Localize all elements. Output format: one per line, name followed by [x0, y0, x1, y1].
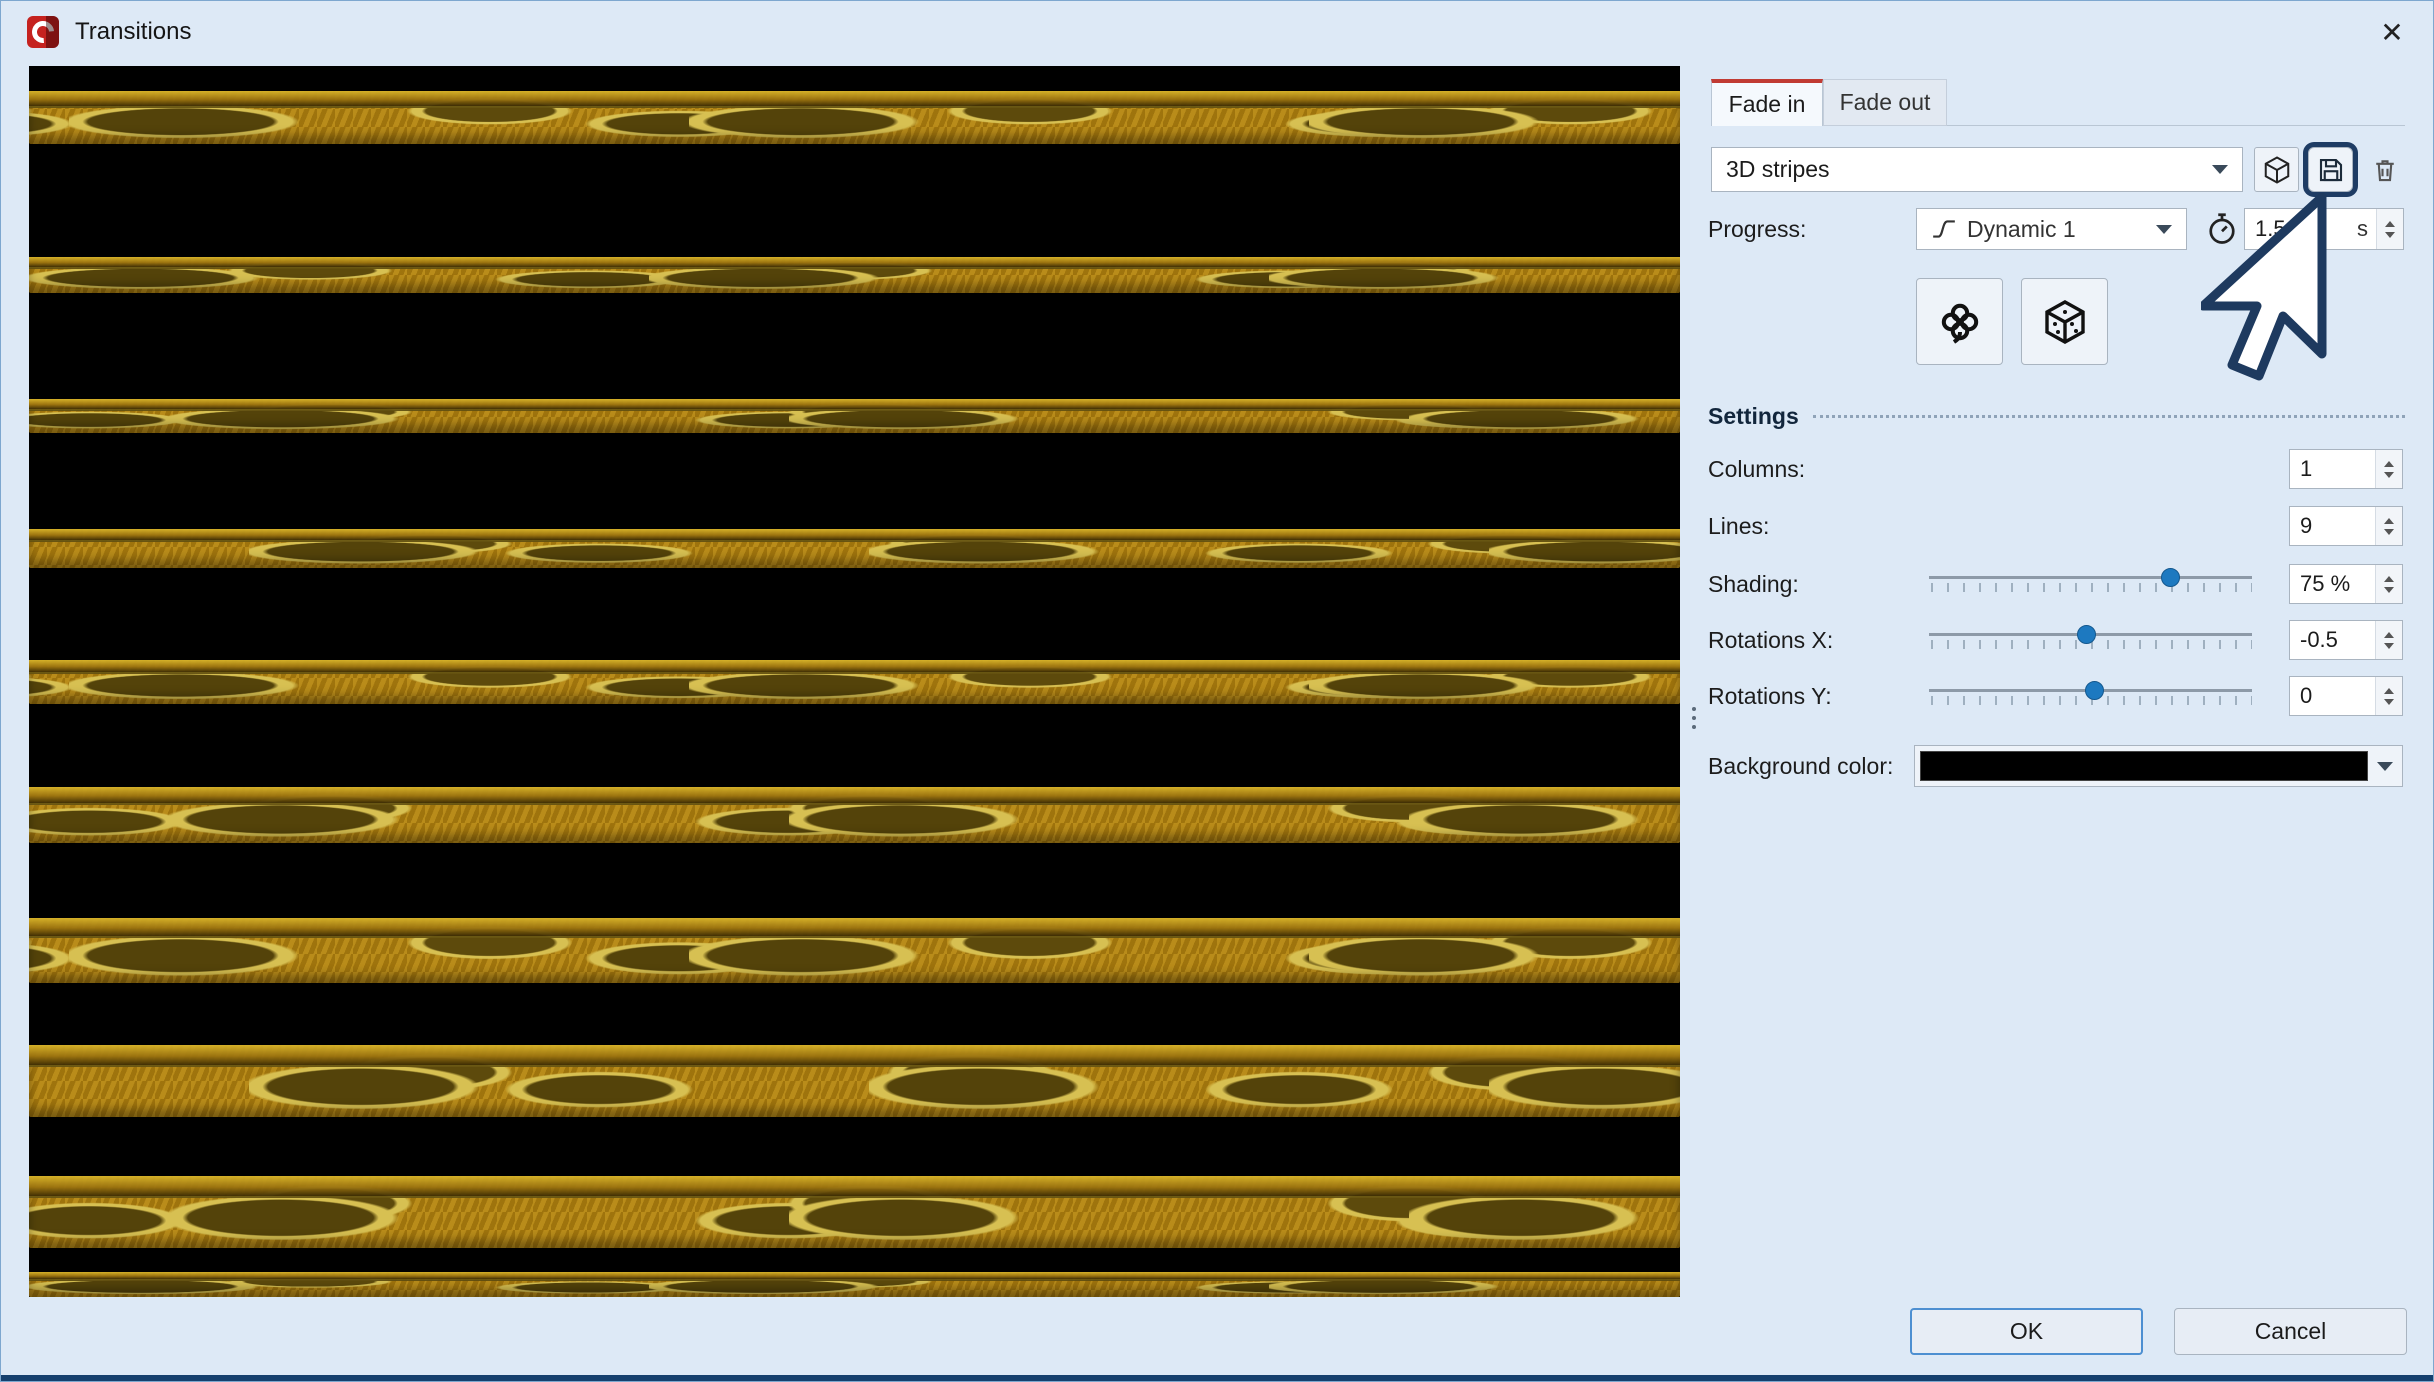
dice-button[interactable] [2021, 278, 2108, 365]
progress-label: Progress: [1708, 208, 1806, 250]
preset-select[interactable]: 3D stripes [1711, 147, 2243, 192]
rotations-x-value: -0.5 [2300, 627, 2338, 653]
transition-preview [29, 66, 1680, 1297]
settings-section-header: Settings [1708, 402, 2405, 430]
clover-icon [1936, 298, 1984, 346]
easing-select[interactable]: Dynamic 1 [1916, 208, 2187, 250]
preview-stripe [29, 918, 1680, 983]
shading-slider[interactable] [1929, 566, 2252, 592]
window-title: Transitions [75, 18, 191, 46]
chevron-down-icon [2377, 762, 2393, 771]
columns-spinner[interactable] [2375, 450, 2402, 488]
shading-input[interactable]: 75 % [2289, 564, 2403, 604]
columns-label: Columns: [1708, 448, 1805, 490]
rotations-y-slider[interactable] [1929, 679, 2252, 705]
cancel-button[interactable]: Cancel [2174, 1308, 2407, 1355]
rotations-x-slider-handle[interactable] [2077, 625, 2096, 644]
tab-fade-out-label: Fade out [1840, 89, 1931, 116]
settings-heading: Settings [1708, 403, 1799, 430]
tab-fade-in[interactable]: Fade in [1711, 79, 1823, 126]
columns-value: 1 [2300, 456, 2312, 482]
tab-fade-in-label: Fade in [1729, 91, 1806, 118]
clover-button[interactable] [1916, 278, 2003, 365]
rotations-x-input[interactable]: -0.5 [2289, 620, 2403, 660]
panel-splitter-handle[interactable] [1691, 707, 1697, 737]
tab-fade-out[interactable]: Fade out [1823, 79, 1947, 126]
trash-icon [2370, 155, 2400, 185]
save-preset-button[interactable] [2308, 147, 2353, 192]
close-button[interactable]: ✕ [2367, 7, 2417, 57]
lines-input[interactable]: 9 [2289, 506, 2403, 546]
slider-ticks [1931, 583, 2252, 592]
rotations-x-spinner[interactable] [2375, 621, 2402, 659]
rotations-y-label: Rotations Y: [1708, 675, 1832, 717]
preset-value: 3D stripes [1726, 156, 1830, 183]
dice-icon [2041, 298, 2089, 346]
easing-value: Dynamic 1 [1967, 216, 2076, 243]
color-dropdown-arrow[interactable] [2368, 762, 2402, 771]
rotations-y-slider-handle[interactable] [2085, 681, 2104, 700]
shading-value: 75 % [2300, 571, 2350, 597]
preview-stripe [29, 787, 1680, 843]
chevron-down-icon [2156, 225, 2172, 234]
delete-preset-button[interactable] [2362, 147, 2407, 192]
columns-input[interactable]: 1 [2289, 449, 2403, 489]
title-bar: Transitions [1, 1, 2433, 63]
ok-button[interactable]: OK [1910, 1308, 2143, 1355]
preview-stripe [29, 399, 1680, 433]
color-swatch [1920, 751, 2368, 781]
duration-spinner[interactable] [2376, 209, 2403, 249]
easing-curve-icon [1931, 216, 1957, 242]
save-icon [2316, 155, 2346, 185]
chevron-down-icon [2212, 165, 2228, 174]
slider-track[interactable] [1929, 576, 2252, 579]
mouse-cursor-icon [2201, 193, 2331, 383]
preview-stripe [29, 91, 1680, 144]
cube-icon [2262, 155, 2292, 185]
lines-value: 9 [2300, 513, 2312, 539]
preview-stripe [29, 529, 1680, 568]
rotations-x-slider[interactable] [1929, 623, 2252, 649]
rotations-y-value: 0 [2300, 683, 2312, 709]
shading-spinner[interactable] [2375, 565, 2402, 603]
ok-button-label: OK [2010, 1318, 2043, 1345]
shading-slider-handle[interactable] [2161, 568, 2180, 587]
shading-label: Shading: [1708, 563, 1799, 605]
background-color-select[interactable] [1914, 745, 2403, 787]
duration-unit: s [2357, 216, 2368, 242]
rotations-x-label: Rotations X: [1708, 619, 1833, 661]
background-color-label: Background color: [1708, 745, 1893, 787]
preview-stripe [29, 1045, 1680, 1117]
transitions-dialog: Transitions ✕ Fade in Fade out 3D stripe… [0, 0, 2434, 1382]
cancel-button-label: Cancel [2255, 1318, 2327, 1345]
rotations-y-input[interactable]: 0 [2289, 676, 2403, 716]
lines-spinner[interactable] [2375, 507, 2402, 545]
dotted-rule [1813, 415, 2405, 418]
preview-stripe [29, 660, 1680, 704]
app-logo-icon [27, 16, 59, 48]
lines-label: Lines: [1708, 505, 1769, 547]
preview-stripe [29, 1176, 1680, 1248]
preview-stripe [29, 257, 1680, 293]
preview-stripe [29, 1272, 1680, 1297]
preset-gallery-button[interactable] [2254, 147, 2299, 192]
rotations-y-spinner[interactable] [2375, 677, 2402, 715]
